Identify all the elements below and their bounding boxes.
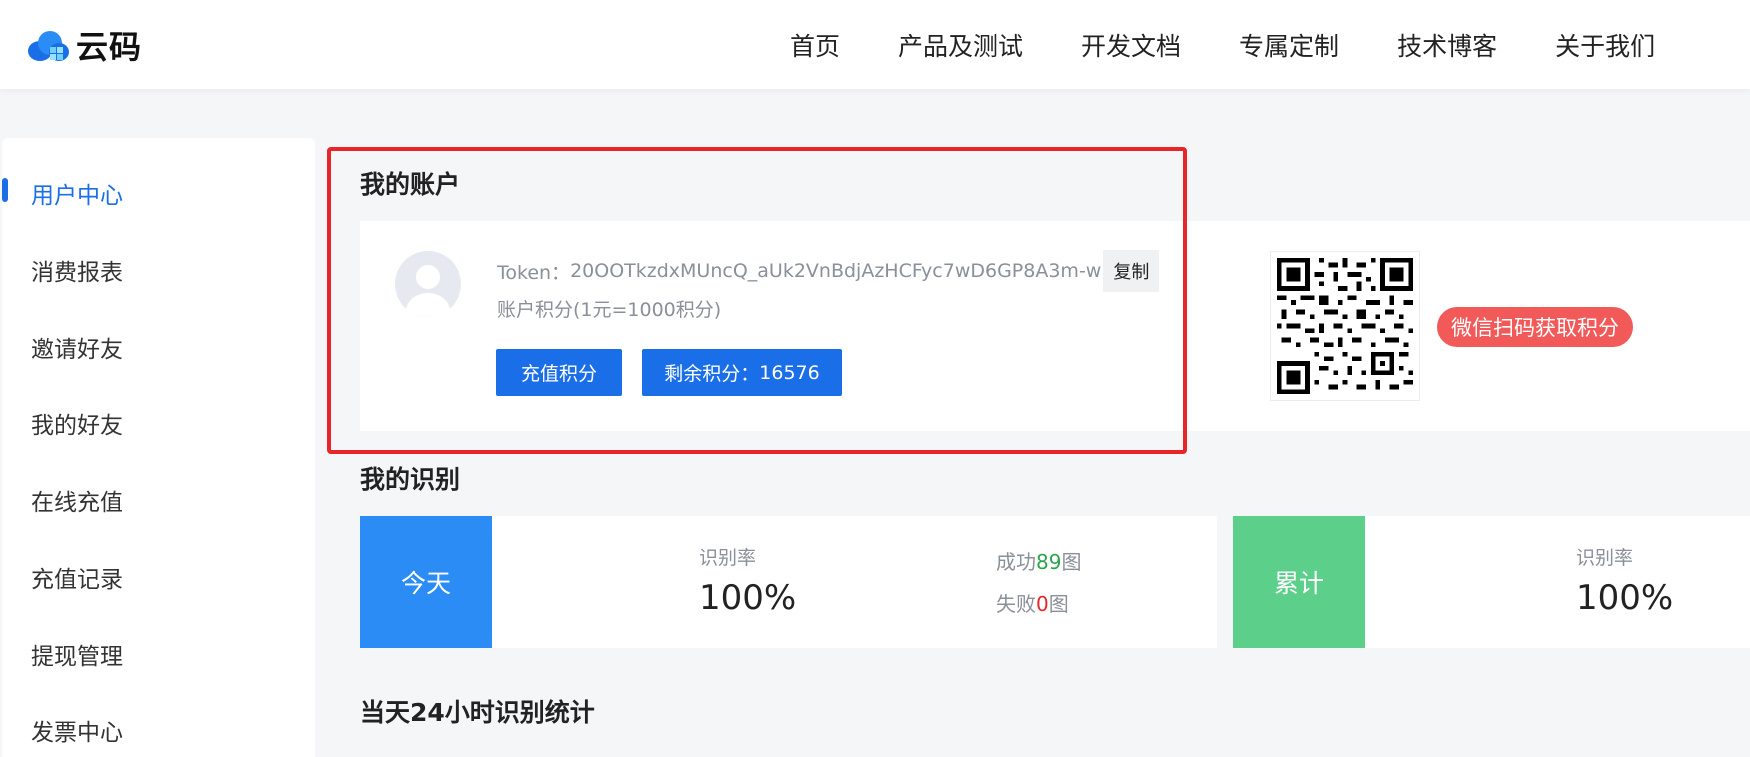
token-line: Token： 20OOTkzdxMUncQ_aUk2VnBdjAzHCFyc7w… xyxy=(497,250,1160,292)
sidebar-item-user-center[interactable]: 用户中心 xyxy=(31,176,123,210)
logo-text: 云码 xyxy=(76,28,143,66)
today-rate-label: 识别率 xyxy=(699,547,757,569)
sidebar-item-invoice-center[interactable]: 发票中心 xyxy=(31,713,123,747)
nav-home[interactable]: 首页 xyxy=(790,27,840,63)
total-rate-label: 识别率 xyxy=(1576,547,1634,569)
sidebar-item-consumption-report[interactable]: 消费报表 xyxy=(31,253,123,287)
fail-number: 0 xyxy=(1036,592,1049,616)
remaining-points-value: 16576 xyxy=(759,361,820,384)
recharge-points-button[interactable]: 充值积分 xyxy=(496,349,622,396)
success-suffix: 图 xyxy=(1061,550,1082,574)
success-prefix: 成功 xyxy=(996,550,1036,574)
wechat-qr-code xyxy=(1270,251,1420,401)
user-avatar-icon xyxy=(406,265,450,317)
qr-code-icon xyxy=(1277,258,1413,394)
points-rate: 账户积分(1元=1000积分) xyxy=(497,299,722,321)
success-number: 89 xyxy=(1036,550,1062,574)
nav-blog[interactable]: 技术博客 xyxy=(1397,27,1497,63)
sidebar-item-online-recharge[interactable]: 在线充值 xyxy=(31,483,123,517)
remaining-points-label: 剩余积分： xyxy=(664,363,760,385)
active-indicator xyxy=(2,178,8,202)
sidebar: 用户中心 消费报表 邀请好友 我的好友 在线充值 充值记录 提现管理 发票中心 xyxy=(2,138,315,757)
copy-token-button[interactable]: 复制 xyxy=(1103,250,1160,292)
main-nav: 首页 产品及测试 开发文档 专属定制 技术博客 关于我们 xyxy=(790,0,1713,89)
token-value: 20OOTkzdxMUncQ_aUk2VnBdjAzHCFyc7wD6GP8A3… xyxy=(570,260,1102,282)
stats24-title: 当天24小时识别统计 xyxy=(360,698,595,727)
nav-about[interactable]: 关于我们 xyxy=(1555,27,1655,63)
top-header: 云码 首页 产品及测试 开发文档 专属定制 技术博客 关于我们 xyxy=(0,0,1750,89)
token-label: Token： xyxy=(497,261,571,284)
wechat-scan-badge: 微信扫码获取积分 xyxy=(1437,307,1633,347)
cloud-logo-icon xyxy=(28,31,69,61)
recharge-points-label: 充值积分 xyxy=(520,363,597,385)
total-rate-value: 100% xyxy=(1576,578,1674,618)
nav-docs[interactable]: 开发文档 xyxy=(1081,27,1181,63)
remaining-points-button[interactable]: 剩余积分： 16576 xyxy=(642,349,842,396)
sidebar-item-invite-friends[interactable]: 邀请好友 xyxy=(31,330,123,364)
avatar xyxy=(395,251,461,317)
sidebar-item-recharge-records[interactable]: 充值记录 xyxy=(31,560,123,594)
nav-custom[interactable]: 专属定制 xyxy=(1239,27,1339,63)
today-recognition-card: 今天 识别率 100% 成功89图 失败0图 xyxy=(360,516,1217,648)
today-fail-count: 失败0图 xyxy=(996,588,1069,617)
recognition-title: 我的识别 xyxy=(360,465,461,494)
account-title: 我的账户 xyxy=(360,170,461,199)
fail-suffix: 图 xyxy=(1048,592,1069,616)
sidebar-item-my-friends[interactable]: 我的好友 xyxy=(31,406,123,440)
nav-products[interactable]: 产品及测试 xyxy=(898,27,1023,63)
fail-prefix: 失败 xyxy=(996,592,1036,616)
today-success-count: 成功89图 xyxy=(996,546,1081,575)
total-block: 累计 xyxy=(1233,516,1365,648)
account-card: Token： 20OOTkzdxMUncQ_aUk2VnBdjAzHCFyc7w… xyxy=(360,221,1750,431)
today-rate-value: 100% xyxy=(699,578,797,618)
today-block: 今天 xyxy=(360,516,492,648)
sidebar-item-withdrawal[interactable]: 提现管理 xyxy=(31,637,123,671)
logo[interactable]: 云码 xyxy=(26,22,142,68)
total-recognition-card: 累计 识别率 100% xyxy=(1233,516,1750,648)
